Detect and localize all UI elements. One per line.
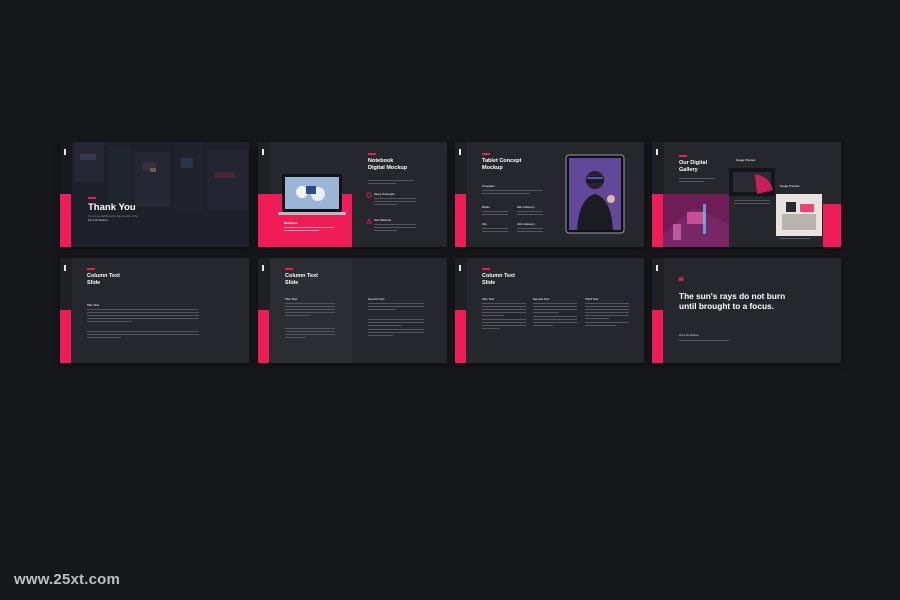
title-accent bbox=[482, 268, 490, 270]
slide-title: Column Text Slide bbox=[482, 273, 515, 286]
slide-subtitle: It is a long established fact that a rea… bbox=[88, 215, 138, 218]
accent-block bbox=[823, 204, 841, 247]
logo-mark bbox=[656, 149, 658, 155]
slide-column-text-1[interactable]: Column Text Slide Title Text bbox=[60, 258, 249, 363]
accent-bar bbox=[60, 310, 71, 363]
gallery-photo-keyboard bbox=[729, 168, 775, 196]
gallery-intro bbox=[679, 178, 715, 184]
logo-mark bbox=[459, 149, 461, 155]
logo-mark bbox=[656, 265, 658, 271]
title-accent bbox=[482, 153, 490, 155]
author-subtitle bbox=[679, 340, 729, 343]
tablet-mockup bbox=[565, 154, 625, 234]
slide-tablet-mockup[interactable]: Tablet Concept Mockup Concepts Rindo Inf… bbox=[455, 142, 644, 247]
logo-mark bbox=[64, 149, 66, 155]
slide-digital-gallery[interactable]: Our Digital Gallery Image Preview Image … bbox=[652, 142, 841, 247]
title-accent bbox=[368, 153, 376, 155]
label-info-advisory-1: Info Advisory bbox=[517, 205, 535, 209]
column-body-2 bbox=[533, 303, 577, 328]
title-accent bbox=[87, 268, 95, 270]
logo-mark bbox=[262, 265, 264, 271]
title-accent bbox=[679, 155, 687, 157]
slide-notebook-mockup[interactable]: Marketplace Notebook Digital Mockup Item… bbox=[258, 142, 447, 247]
slide-byline: Don'a Mu Ravilson bbox=[88, 219, 108, 222]
slide-title: Column Text Slide bbox=[87, 273, 120, 286]
item-text-2 bbox=[374, 224, 416, 233]
concepts-icon bbox=[366, 192, 372, 198]
column-heading-1: Title Text bbox=[285, 297, 298, 301]
info-advisory-text-1 bbox=[517, 211, 543, 217]
slide-column-text-3[interactable]: Column Text Slide Title Text Second Text… bbox=[455, 258, 644, 363]
title-accent bbox=[88, 197, 96, 199]
logo-mark bbox=[459, 265, 461, 271]
label-concepts: Concepts bbox=[482, 184, 495, 188]
concepts-text bbox=[482, 190, 542, 196]
preview-text-1 bbox=[734, 200, 770, 206]
quote-author: Don'a Mu Ravilson bbox=[679, 334, 699, 337]
accent-bar bbox=[455, 310, 466, 363]
column-body-2 bbox=[87, 331, 199, 340]
column-heading-3: Third Text bbox=[585, 297, 599, 301]
accent-bar bbox=[60, 194, 71, 247]
title-accent bbox=[285, 268, 293, 270]
item-heading-2: Item Website bbox=[374, 218, 392, 222]
info-text bbox=[482, 228, 508, 234]
slide-quote[interactable]: ❝ The sun's rays do not burn until broug… bbox=[652, 258, 841, 363]
column-heading-2: Second Text bbox=[368, 297, 385, 301]
column-body-1b bbox=[285, 328, 335, 340]
column-body-1 bbox=[87, 309, 199, 324]
slide-title: Our Digital Gallery bbox=[679, 160, 708, 173]
accent-bar bbox=[652, 194, 663, 247]
slide-thank-you[interactable]: Thank You It is a long established fact … bbox=[60, 142, 249, 247]
logo-mark bbox=[262, 149, 264, 155]
accent-bar bbox=[258, 310, 269, 363]
website-icon bbox=[366, 218, 372, 224]
intro-text bbox=[368, 180, 414, 186]
slide-title: Notebook Digital Mockup bbox=[368, 158, 408, 171]
city-photo bbox=[60, 142, 249, 247]
preview-label-2: Image Preview bbox=[780, 184, 800, 188]
slide-title: Column Text Slide bbox=[285, 273, 318, 286]
column-body-3 bbox=[585, 303, 629, 328]
gallery-photo-desk bbox=[776, 194, 822, 236]
image-caption: Marketplace bbox=[284, 222, 298, 225]
caption-text bbox=[284, 227, 334, 233]
label-rindo: Rindo bbox=[482, 205, 490, 209]
laptop-mockup bbox=[278, 174, 346, 215]
accent-bar bbox=[652, 310, 663, 363]
column-body-2 bbox=[368, 303, 424, 312]
column-bullets-2 bbox=[368, 319, 424, 338]
column-heading-1: Title Text bbox=[482, 297, 495, 301]
slide-title: Tablet Concept Mockup bbox=[482, 158, 522, 171]
label-info: Info bbox=[482, 222, 488, 226]
column-body-1 bbox=[482, 303, 526, 331]
column-heading: Title Text bbox=[87, 303, 100, 307]
accent-bar bbox=[455, 194, 466, 247]
gallery-photo-main bbox=[663, 194, 729, 247]
item-heading-1: Itemy Concepts bbox=[374, 192, 395, 196]
slide-column-text-2[interactable]: Column Text Slide Title Text Second Text bbox=[258, 258, 447, 363]
label-info-advisory-2: Info Advisory bbox=[517, 222, 535, 226]
watermark: www.25xt.com bbox=[14, 571, 121, 588]
info-advisory-text-2 bbox=[517, 228, 543, 234]
logo-mark bbox=[64, 265, 66, 271]
quote-mark-icon: ❝ bbox=[678, 276, 684, 288]
slide-title: Thank You bbox=[88, 202, 136, 213]
rindo-text bbox=[482, 211, 508, 217]
preview-text-2 bbox=[780, 238, 810, 241]
preview-label-1: Image Preview bbox=[736, 158, 756, 162]
quote-text: The sun's rays do not burn until brought… bbox=[679, 291, 786, 311]
column-heading-2: Second Text bbox=[533, 297, 550, 301]
column-body-1 bbox=[285, 303, 335, 318]
item-text-1 bbox=[374, 198, 416, 207]
